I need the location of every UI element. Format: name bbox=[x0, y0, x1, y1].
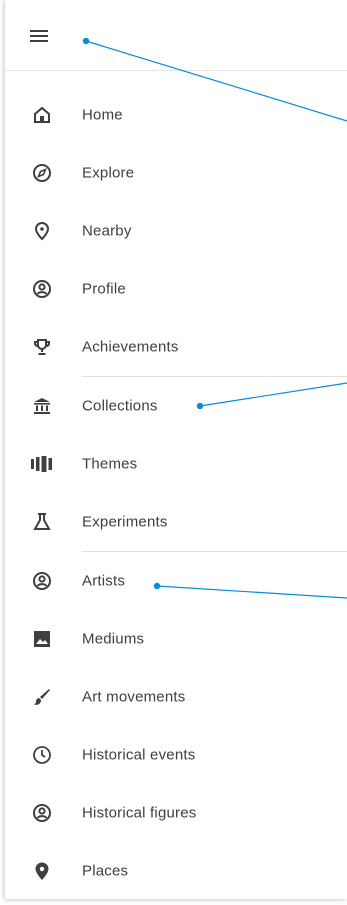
menu-item-label: Art movements bbox=[82, 688, 186, 706]
menu-item-explore[interactable]: Explore bbox=[5, 144, 347, 202]
menu-item-experiments[interactable]: Experiments bbox=[5, 493, 347, 551]
menu-item-label: Home bbox=[82, 106, 123, 124]
menu-item-label: Experiments bbox=[82, 513, 168, 531]
menu-item-achievements[interactable]: Achievements bbox=[5, 318, 347, 376]
navigation-drawer: Home Explore Nearby Profile Achievements… bbox=[5, 0, 347, 899]
menu-item-historical-events[interactable]: Historical events bbox=[5, 726, 347, 784]
menu-item-profile[interactable]: Profile bbox=[5, 260, 347, 318]
menu-item-home[interactable]: Home bbox=[5, 86, 347, 144]
place-pin-icon bbox=[31, 860, 53, 882]
menu-item-label: Achievements bbox=[82, 338, 179, 356]
menu-item-label: Nearby bbox=[82, 222, 132, 240]
museum-icon bbox=[31, 395, 53, 417]
flask-icon bbox=[31, 511, 53, 533]
drawer-header bbox=[5, 0, 347, 71]
menu-item-label: Explore bbox=[82, 164, 135, 182]
hamburger-menu-button[interactable] bbox=[30, 24, 62, 48]
menu-item-label: Places bbox=[82, 862, 129, 880]
menu-item-label: Profile bbox=[82, 280, 126, 298]
hamburger-icon bbox=[30, 29, 48, 43]
menu-item-art-movements[interactable]: Art movements bbox=[5, 668, 347, 726]
location-pin-icon bbox=[31, 220, 53, 242]
compass-icon bbox=[31, 162, 53, 184]
menu-item-themes[interactable]: Themes bbox=[5, 435, 347, 493]
menu-item-label: Historical figures bbox=[82, 804, 197, 822]
profile-icon bbox=[31, 278, 53, 300]
menu-item-nearby[interactable]: Nearby bbox=[5, 202, 347, 260]
menu-item-artists[interactable]: Artists bbox=[5, 552, 347, 610]
menu-item-places[interactable]: Places bbox=[5, 842, 347, 900]
trophy-icon bbox=[31, 336, 53, 358]
artist-icon bbox=[31, 570, 53, 592]
themes-icon bbox=[31, 453, 53, 475]
image-icon bbox=[31, 628, 53, 650]
home-icon bbox=[31, 104, 53, 126]
clock-icon bbox=[31, 744, 53, 766]
menu-item-label: Historical events bbox=[82, 746, 196, 764]
brush-icon bbox=[31, 686, 53, 708]
menu-item-label: Artists bbox=[82, 572, 126, 590]
menu-item-label: Themes bbox=[82, 455, 138, 473]
menu-item-historical-figures[interactable]: Historical figures bbox=[5, 784, 347, 842]
person-icon bbox=[31, 802, 53, 824]
menu-item-mediums[interactable]: Mediums bbox=[5, 610, 347, 668]
menu-item-collections[interactable]: Collections bbox=[5, 377, 347, 435]
menu-item-label: Mediums bbox=[82, 630, 145, 648]
menu-item-label: Collections bbox=[82, 397, 158, 415]
